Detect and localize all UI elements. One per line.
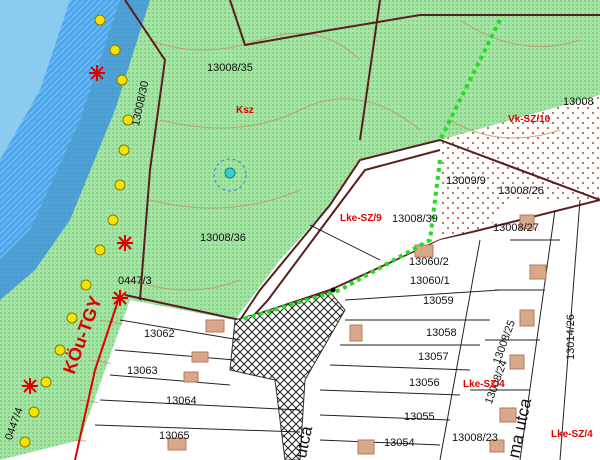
parcel-label: 13014/26 xyxy=(565,314,577,360)
zone-label: Lke-SZ/9 xyxy=(340,213,382,224)
parcel-label: 13008/26 xyxy=(498,185,544,197)
zone-label: Lke-SZ/4 xyxy=(463,379,505,390)
parcel-label: 13055 xyxy=(404,411,435,423)
parcel-label: 13008 xyxy=(563,96,594,108)
parcel-label: 13059 xyxy=(423,295,454,307)
parcel-label: 13060/2 xyxy=(409,256,449,268)
zone-label: Vk-SZ/10 xyxy=(508,114,551,125)
parcel-label: 13064 xyxy=(166,395,197,407)
parcel-label: 13065 xyxy=(159,430,190,442)
zone-label: Ksz xyxy=(236,105,254,116)
parcel-label: 13008/35 xyxy=(207,62,253,74)
parcel-label: 13062 xyxy=(144,328,175,340)
parcel-label: 13008/36 xyxy=(200,232,246,244)
parcel-label: 13054 xyxy=(384,437,415,449)
black-point xyxy=(330,287,336,293)
parcel-label: 13056 xyxy=(409,377,440,389)
parcel-label: 13008/23 xyxy=(452,432,498,444)
parcel-label: 13008/39 xyxy=(392,213,438,225)
cyan-point xyxy=(224,167,236,179)
parcel-label: 13058 xyxy=(426,327,457,339)
parcel-label: 0447/3 xyxy=(118,275,152,287)
map-view[interactable]: 13008/35 13008/30 13008 13008/36 13008/3… xyxy=(0,0,600,460)
parcel-label: 13008/27 xyxy=(493,222,539,234)
parcel-label: 13009/9 xyxy=(446,175,486,187)
zone-label: Lke-SZ/4 xyxy=(551,429,593,440)
parcel-label: 13063 xyxy=(127,365,158,377)
parcel-label: 13060/1 xyxy=(410,275,450,287)
parcel-label: 13057 xyxy=(418,351,449,363)
